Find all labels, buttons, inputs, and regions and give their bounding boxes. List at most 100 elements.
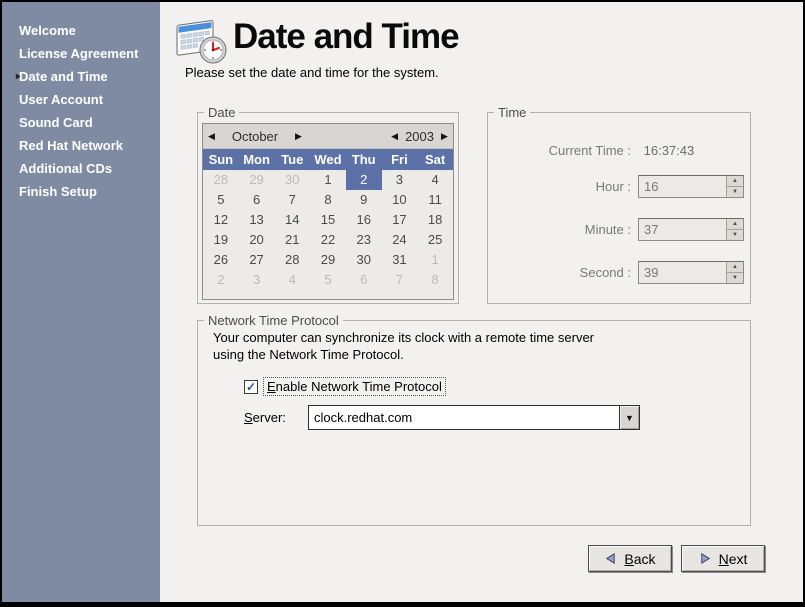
minute-spin-up-icon[interactable]: ▲ [727,219,743,230]
next-arrow-icon [699,552,712,565]
calendar-day[interactable]: 28 [274,250,310,270]
sidebar-item-finish-setup[interactable]: Finish Setup [2,180,160,203]
calendar-day[interactable]: 14 [274,210,310,230]
date-group-legend: Date [204,105,239,120]
minute-spin-down-icon[interactable]: ▼ [727,230,743,240]
back-button-label: Back [624,551,655,567]
main-panel: Date and Time Please set the date and ti… [160,2,803,602]
sidebar-item-red-hat-network[interactable]: Red Hat Network [2,134,160,157]
calendar-day[interactable]: 6 [239,190,275,210]
sidebar-item-label: Additional CDs [19,161,112,176]
calendar-day[interactable]: 16 [346,210,382,230]
minute-value: 37 [644,219,658,240]
calendar-day[interactable]: 1 [310,170,346,190]
calendar-day[interactable]: 24 [382,230,418,250]
sidebar-item-user-account[interactable]: User Account [2,88,160,111]
calendar-day[interactable]: 10 [382,190,418,210]
calendar-day[interactable]: 30 [274,170,310,190]
month-prev-icon[interactable]: ◀ [203,131,220,142]
ntp-checkbox[interactable]: ✓ [244,380,258,394]
back-button[interactable]: Back [588,545,672,572]
calendar-day[interactable]: 13 [239,210,275,230]
sidebar-item-date-and-time[interactable]: ▸Date and Time [2,65,160,88]
calendar-day[interactable]: 9 [346,190,382,210]
server-combo: ▼ [308,405,640,430]
calendar-day[interactable]: 4 [417,170,453,190]
next-button[interactable]: Next [681,545,765,572]
sidebar-item-label: License Agreement [19,46,138,61]
calendar-day[interactable]: 19 [203,230,239,250]
calendar-day[interactable]: 8 [310,190,346,210]
minute-label: Minute : [488,218,631,241]
calendar-day[interactable]: 25 [417,230,453,250]
sidebar-item-welcome[interactable]: Welcome [2,19,160,42]
calendar-day[interactable]: 11 [417,190,453,210]
calendar-day-selected[interactable]: 2 [346,170,382,190]
calendar-day[interactable]: 28 [203,170,239,190]
minute-spinner[interactable]: 37 ▲ ▼ [638,218,744,241]
year-prev-icon[interactable]: ◀ [386,131,403,142]
calendar-day[interactable]: 29 [310,250,346,270]
sidebar-item-label: Finish Setup [19,184,97,199]
month-next-icon[interactable]: ▶ [290,131,307,142]
server-input[interactable] [309,406,620,429]
sidebar-item-label: Sound Card [19,115,93,130]
calendar-day[interactable]: 27 [239,250,275,270]
ntp-group: Network Time Protocol Your computer can … [197,320,751,526]
second-spin-down-icon[interactable]: ▼ [727,273,743,283]
calendar-day[interactable]: 31 [382,250,418,270]
calendar-year: 2003 [403,129,436,144]
time-group: Time Current Time : 16:37:43 Hour : 16 ▲… [487,112,751,304]
year-next-icon[interactable]: ▶ [436,131,453,142]
page-subtitle: Please set the date and time for the sys… [185,65,439,80]
server-dropdown-icon[interactable]: ▼ [619,406,639,429]
calendar-day[interactable]: 12 [203,210,239,230]
hour-value: 16 [644,176,658,197]
calendar-day[interactable]: 5 [310,270,346,290]
weekday-header-mon: Mon [239,149,275,170]
calendar-day[interactable]: 4 [274,270,310,290]
calendar-day[interactable]: 17 [382,210,418,230]
calendar-day[interactable]: 29 [239,170,275,190]
calendar-day[interactable]: 30 [346,250,382,270]
ntp-checkbox-label[interactable]: Enable Network Time Protocol [263,377,446,396]
second-spin-up-icon[interactable]: ▲ [727,262,743,273]
sidebar: Welcome License Agreement ▸Date and TimeUs… [2,2,160,602]
sidebar-item-additional-cds[interactable]: Additional CDs [2,157,160,180]
calendar-day[interactable]: 3 [382,170,418,190]
calendar-month: October [220,129,290,144]
calendar-day[interactable]: 8 [417,270,453,290]
calendar-day[interactable]: 15 [310,210,346,230]
calendar-day[interactable]: 26 [203,250,239,270]
calendar-day[interactable]: 7 [382,270,418,290]
calendar-day[interactable]: 23 [346,230,382,250]
second-spinner[interactable]: 39 ▲ ▼ [638,261,744,284]
calendar-day[interactable]: 18 [417,210,453,230]
calendar-day[interactable]: 7 [274,190,310,210]
current-time-label: Current Time : [488,139,631,162]
weekday-header-tue: Tue [274,149,310,170]
sidebar-item-license-agreement[interactable]: License Agreement [2,42,160,65]
ntp-description-line1: Your computer can synchronize its clock … [213,330,594,345]
calendar-day[interactable]: 1 [417,250,453,270]
server-label: Server: [244,410,302,425]
calendar-day[interactable]: 21 [274,230,310,250]
weekday-header-thu: Thu [346,149,382,170]
hour-spin-up-icon[interactable]: ▲ [727,176,743,187]
calendar-day[interactable]: 20 [239,230,275,250]
back-arrow-icon [604,552,617,565]
calendar-day[interactable]: 22 [310,230,346,250]
calendar-day[interactable]: 5 [203,190,239,210]
calendar-day[interactable]: 2 [203,270,239,290]
hour-spinner[interactable]: 16 ▲ ▼ [638,175,744,198]
sidebar-item-sound-card[interactable]: Sound Card [2,111,160,134]
active-item-arrow-icon: ▸ [2,65,19,88]
calendar-grid: SunMonTueWedThuFriSat2829301234567891011… [203,149,453,290]
calendar-day[interactable]: 6 [346,270,382,290]
hour-spin-down-icon[interactable]: ▼ [727,187,743,197]
calendar-day[interactable]: 3 [239,270,275,290]
time-group-legend: Time [494,105,530,120]
calendar-nav: ◀ October ▶ ◀ 2003 ▶ [203,124,453,149]
page-title: Date and Time [233,16,459,58]
sidebar-item-label: Welcome [19,23,76,38]
